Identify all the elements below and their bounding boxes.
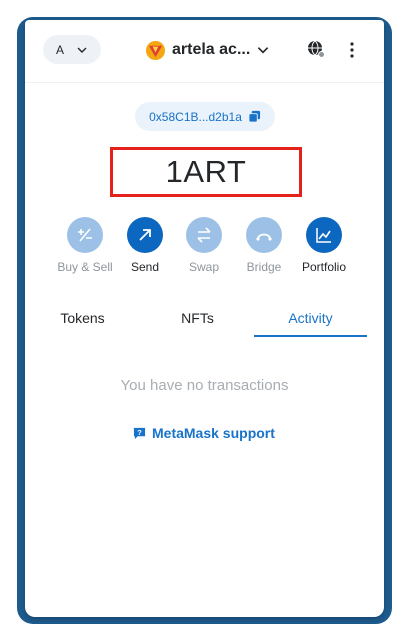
- tab-nfts[interactable]: NFTs: [140, 305, 255, 337]
- portfolio-circle: [306, 217, 342, 253]
- send-circle: [127, 217, 163, 253]
- asset-tabs: Tokens NFTs Activity: [25, 305, 384, 337]
- tab-activity[interactable]: Activity: [254, 305, 367, 337]
- buy-sell-button[interactable]: Buy & Sell: [52, 217, 118, 274]
- portfolio-button[interactable]: Portfolio: [291, 217, 357, 274]
- account-address: 0x58C1B...d2b1a: [149, 109, 242, 124]
- buy-sell-label: Buy & Sell: [57, 260, 113, 274]
- swap-arrows-icon: [197, 227, 211, 243]
- chat-question-icon: ?: [133, 427, 146, 439]
- account-selector[interactable]: A: [43, 35, 101, 64]
- wallet-popup: A artela ac... 0x58C1B...d2b1a 1ART Buy …: [25, 20, 384, 617]
- swap-label: Swap: [188, 260, 220, 274]
- balance-amount: 1ART: [165, 154, 247, 189]
- send-button[interactable]: Send: [112, 217, 178, 274]
- swap-circle: [186, 217, 222, 253]
- network-name: artela ac...: [172, 41, 251, 58]
- arrow-up-right-icon: [139, 229, 151, 241]
- tab-activity-label: Activity: [288, 310, 333, 326]
- bridge-icon: [256, 233, 272, 241]
- tab-tokens-label: Tokens: [60, 310, 105, 326]
- tab-tokens[interactable]: Tokens: [25, 305, 140, 337]
- plus-minus-icon: [78, 228, 92, 242]
- account-label: A: [55, 42, 64, 57]
- wallet-header: A artela ac...: [25, 20, 384, 83]
- chart-line-icon: [316, 228, 331, 243]
- balance-display: 1ART: [110, 147, 302, 197]
- wallet-actions: Buy & Sell Send Swap Bridge Portfolio: [25, 217, 384, 277]
- empty-activity-message: You have no transactions: [120, 377, 289, 394]
- bridge-circle: [246, 217, 282, 253]
- svg-text:?: ?: [137, 427, 142, 436]
- chevron-down-icon: [77, 47, 87, 53]
- portfolio-label: Portfolio: [301, 260, 347, 274]
- bridge-label: Bridge: [246, 260, 282, 274]
- copy-icon: [248, 110, 260, 123]
- tab-nfts-label: NFTs: [181, 310, 214, 326]
- metamask-support-link[interactable]: ? MetaMask support: [133, 425, 275, 441]
- globe-icon[interactable]: [307, 40, 325, 58]
- support-link-label: MetaMask support: [152, 425, 275, 441]
- network-selector[interactable]: artela ac...: [145, 38, 270, 62]
- send-label: Send: [130, 260, 160, 274]
- chevron-down-icon: [258, 47, 269, 54]
- network-logo-icon: [145, 40, 166, 60]
- swap-button[interactable]: Swap: [171, 217, 237, 274]
- buy-sell-circle: [67, 217, 103, 253]
- bridge-button[interactable]: Bridge: [231, 217, 297, 274]
- kebab-menu-icon[interactable]: [349, 42, 355, 58]
- account-address-button[interactable]: 0x58C1B...d2b1a: [135, 102, 275, 131]
